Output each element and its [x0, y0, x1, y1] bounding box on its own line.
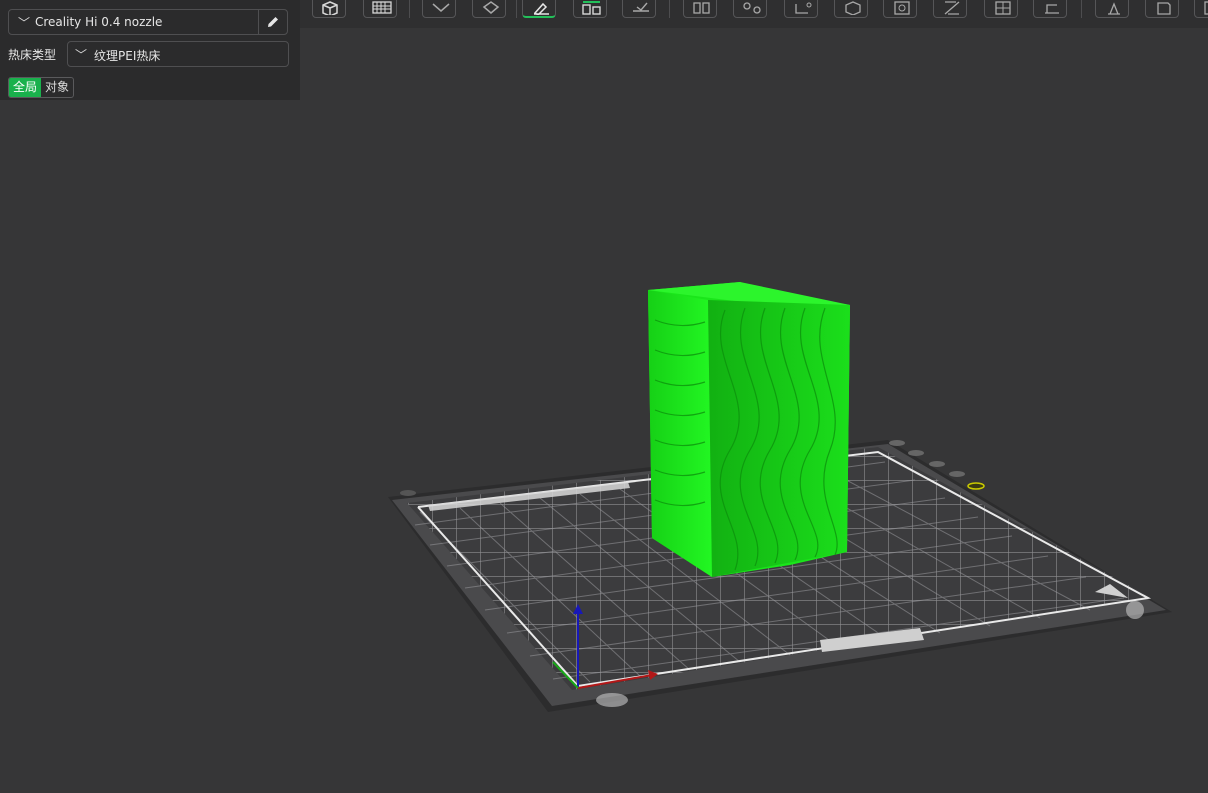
chevron-down-icon: ﹀ — [18, 16, 31, 30]
chevron-down-icon: ﹀ — [75, 48, 88, 62]
object-tab[interactable]: 对象 — [41, 78, 73, 97]
seam-paint-icon[interactable] — [933, 0, 967, 18]
cut-icon[interactable] — [784, 0, 818, 18]
bed-type-dropdown[interactable]: ﹀ 纹理PEI热床 — [67, 41, 289, 67]
top-toolbar — [300, 0, 1208, 28]
multi-material-icon[interactable] — [1145, 0, 1179, 18]
lay-on-face-icon[interactable] — [472, 0, 506, 18]
3d-model[interactable] — [648, 282, 850, 577]
grid-plate-icon[interactable] — [363, 0, 397, 18]
pencil-icon — [268, 17, 278, 27]
split-objects-icon[interactable] — [683, 0, 717, 18]
global-tab[interactable]: 全局 — [9, 78, 42, 97]
cube-view-icon[interactable] — [312, 0, 346, 18]
settings-panel: ﹀ Creality Hi 0.4 nozzle 热床类型 ﹀ 纹理PEI热床 … — [0, 0, 300, 100]
scope-toggle: 全局 对象 — [8, 77, 75, 98]
assembly-icon[interactable] — [984, 0, 1018, 18]
mesh-boolean-icon[interactable] — [834, 0, 868, 18]
measure-icon[interactable] — [883, 0, 917, 18]
printer-dropdown[interactable]: ﹀ Creality Hi 0.4 nozzle — [8, 9, 288, 35]
ruler-icon[interactable] — [1095, 0, 1129, 18]
printer-name: Creality Hi 0.4 nozzle — [35, 15, 163, 29]
bed-type-value: 纹理PEI热床 — [94, 49, 161, 63]
auto-orient-icon[interactable] — [422, 0, 456, 18]
bed-type-label: 热床类型 — [8, 48, 57, 62]
text-emboss-icon[interactable] — [1033, 0, 1067, 18]
edit-printer-button[interactable] — [258, 10, 287, 34]
support-paint-icon[interactable] — [622, 0, 656, 18]
split-parts-icon[interactable] — [733, 0, 767, 18]
more-icon[interactable] — [1194, 0, 1208, 18]
3d-viewport[interactable] — [0, 0, 1208, 793]
arrange-icon[interactable] — [573, 0, 607, 18]
app-window: ﹀ Creality Hi 0.4 nozzle 热床类型 ﹀ 纹理PEI热床 … — [0, 0, 1208, 793]
paint-brush-icon[interactable] — [522, 0, 556, 18]
